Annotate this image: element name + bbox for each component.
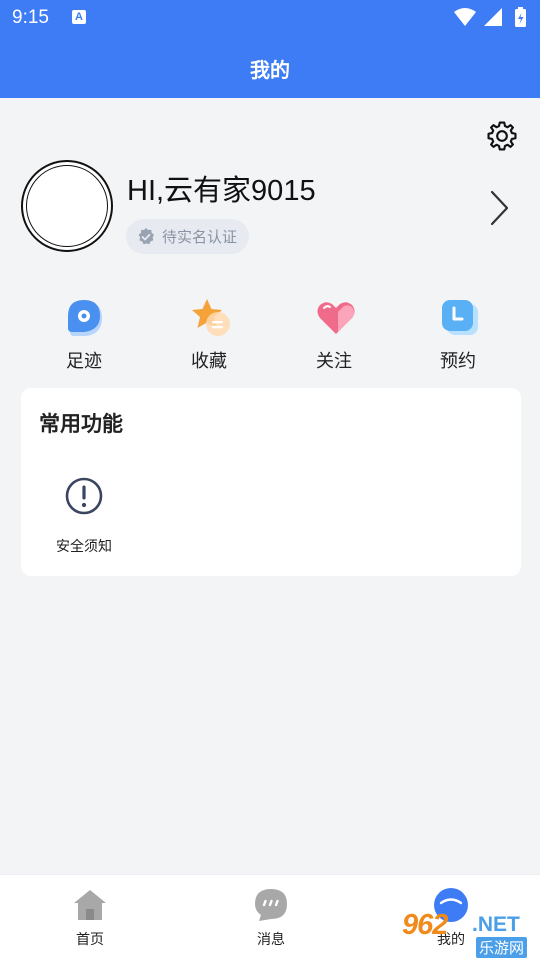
wifi-icon [454,8,476,26]
watermark-domain: .NET [472,913,520,936]
page-title: 我的 [250,58,290,82]
quick-link-favorites[interactable]: 收藏 [159,294,259,374]
system-status-icons [454,7,526,27]
watermark-logo: 962 .NET 乐游网 [400,909,538,959]
alert-circle-icon [65,477,103,515]
verify-label: 待实名认证 [162,228,238,246]
quick-link-label: 足迹 [66,351,102,372]
footprint-icon [68,300,102,336]
quick-link-label: 关注 [316,351,352,372]
quick-link-follow[interactable]: 关注 [284,294,384,374]
common-functions-card: 常用功能 安全须知 [21,388,521,576]
tab-label: 消息 [257,932,285,948]
clock-icon [442,300,478,335]
quick-link-label: 预约 [440,351,476,372]
quick-link-footprint[interactable]: 足迹 [34,294,134,374]
watermark-brand: 962 [402,909,448,941]
signal-icon [484,8,502,26]
avatar[interactable] [21,160,113,252]
home-icon [74,890,106,920]
app-header: 我的 [0,36,540,98]
username-greeting: HI,云有家9015 [127,175,316,207]
verified-shield-icon [138,227,154,244]
status-bar: 9:15 A [0,0,540,36]
heart-icon [317,302,355,334]
function-safety-notice[interactable]: 安全须知 [45,476,121,556]
quick-links: 足迹 收藏 关注 预约 [0,294,540,374]
tab-label: 首页 [76,932,104,948]
star-icon [192,299,230,336]
watermark-subtitle: 乐游网 [476,937,528,958]
notification-icon: A [72,10,86,24]
card-title: 常用功能 [39,412,123,436]
message-icon [255,889,287,921]
status-time: 9:15 [12,7,49,28]
tab-messages[interactable]: 消息 [211,875,331,960]
tab-home[interactable]: 首页 [30,875,150,960]
quick-link-label: 收藏 [191,351,227,372]
verify-badge[interactable]: 待实名认证 [126,219,250,254]
gear-icon[interactable] [485,119,519,153]
notification-letter: A [75,11,83,23]
quick-link-appointment[interactable]: 预约 [408,294,508,374]
function-label: 安全须知 [56,539,112,555]
chevron-right-icon[interactable] [486,188,512,228]
battery-icon [515,7,526,27]
